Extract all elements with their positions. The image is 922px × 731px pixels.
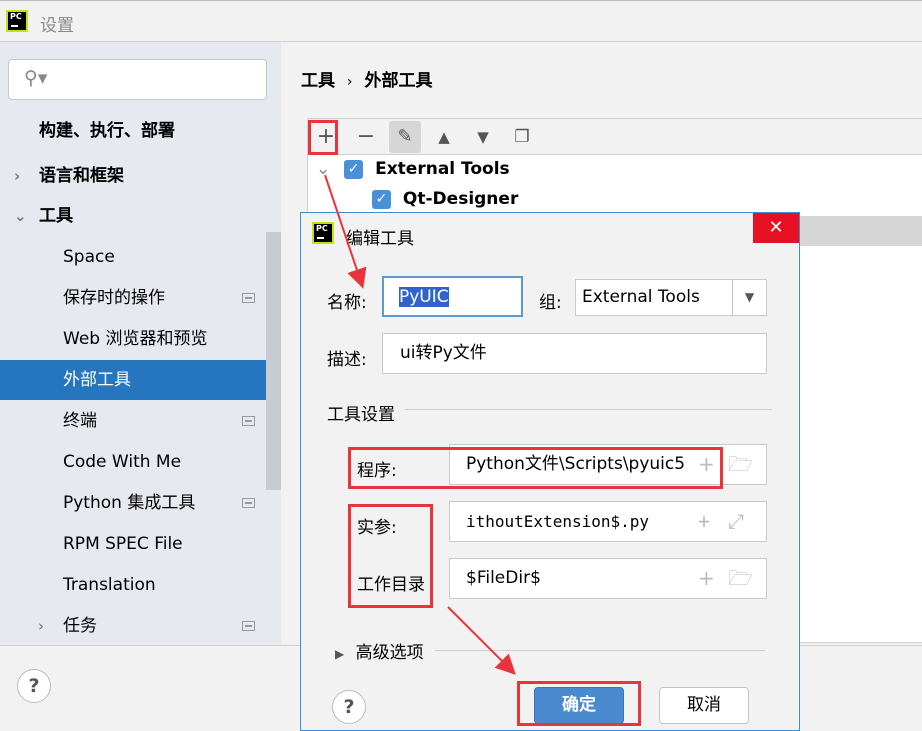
annotation-arrow <box>447 606 516 675</box>
annotation-arrows <box>324 174 516 675</box>
annotation-arrow <box>324 174 367 289</box>
